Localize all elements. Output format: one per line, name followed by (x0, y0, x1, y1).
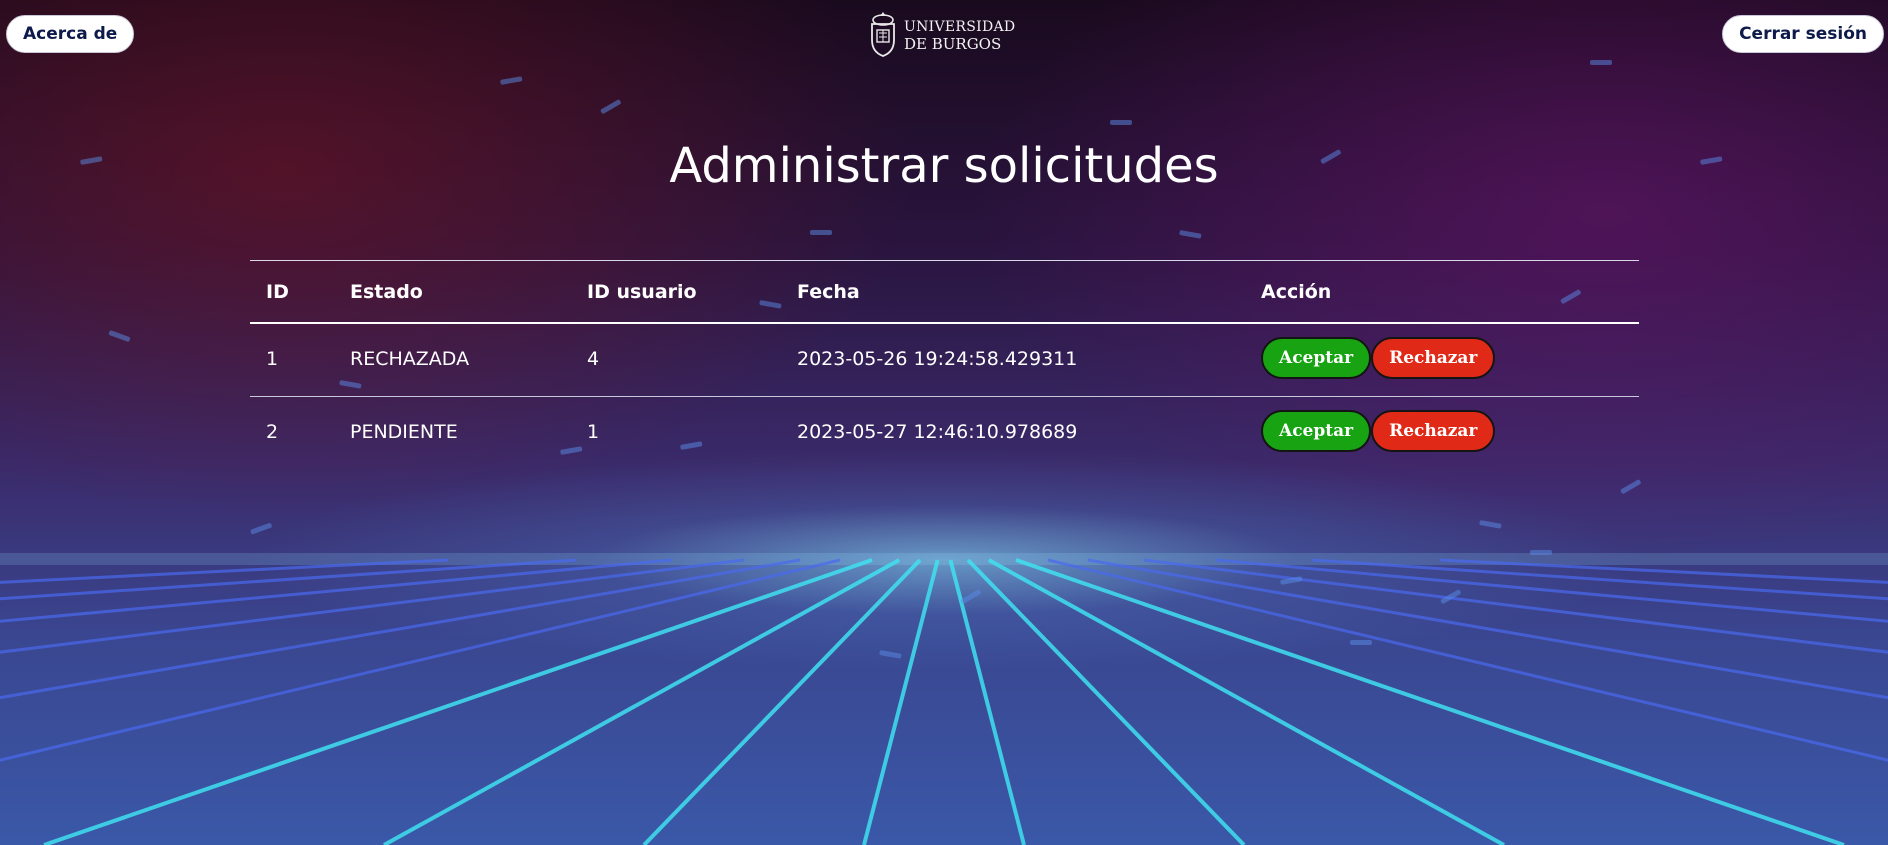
cell-id-usuario: 1 (587, 420, 600, 443)
reject-button[interactable]: Rechazar (1371, 337, 1496, 379)
table-row: 1 RECHAZADA 4 2023-05-26 19:24:58.429311… (250, 323, 1639, 397)
page-title: Administrar solicitudes (669, 138, 1219, 194)
column-header-id: ID (250, 260, 334, 324)
about-button[interactable]: Acerca de (6, 15, 135, 53)
column-header-fecha: Fecha (781, 260, 1245, 324)
column-header-id-usuario: ID usuario (571, 260, 781, 324)
requests-table: ID Estado ID usuario Fecha Acción 1 RECH… (250, 260, 1639, 469)
logout-button[interactable]: Cerrar sesión (1722, 15, 1884, 53)
logo-line1: UNIVERSIDAD (904, 19, 1016, 35)
university-logo: UNIVERSIDAD DE BURGOS (868, 10, 1015, 62)
accept-button[interactable]: Aceptar (1261, 409, 1372, 452)
logo-line2: DE BURGOS (904, 35, 1002, 53)
column-header-estado: Estado (334, 260, 571, 324)
cell-estado: RECHAZADA (334, 323, 571, 397)
column-header-accion: Acción (1245, 260, 1639, 324)
reject-button[interactable]: Rechazar (1371, 409, 1496, 452)
cell-accion: Aceptar Rechazar (1245, 396, 1639, 469)
accept-button[interactable]: Aceptar (1261, 337, 1372, 379)
university-name: UNIVERSIDAD DE BURGOS (904, 19, 1015, 53)
cell-estado: PENDIENTE (350, 420, 458, 443)
cell-id: 1 (250, 323, 334, 397)
cell-fecha: 2023-05-26 19:24:58.429311 (781, 323, 1245, 397)
cell-accion: Aceptar Rechazar (1245, 323, 1639, 397)
cell-id: 2 (266, 420, 279, 443)
table-row: 2 PENDIENTE 1 2023-05-27 12:46:10.978689… (250, 396, 1639, 469)
cell-fecha: 2023-05-27 12:46:10.978689 (797, 420, 1078, 443)
cell-id-usuario: 4 (571, 323, 781, 397)
table-header-row: ID Estado ID usuario Fecha Acción (250, 260, 1639, 324)
university-crest-icon (868, 10, 898, 62)
